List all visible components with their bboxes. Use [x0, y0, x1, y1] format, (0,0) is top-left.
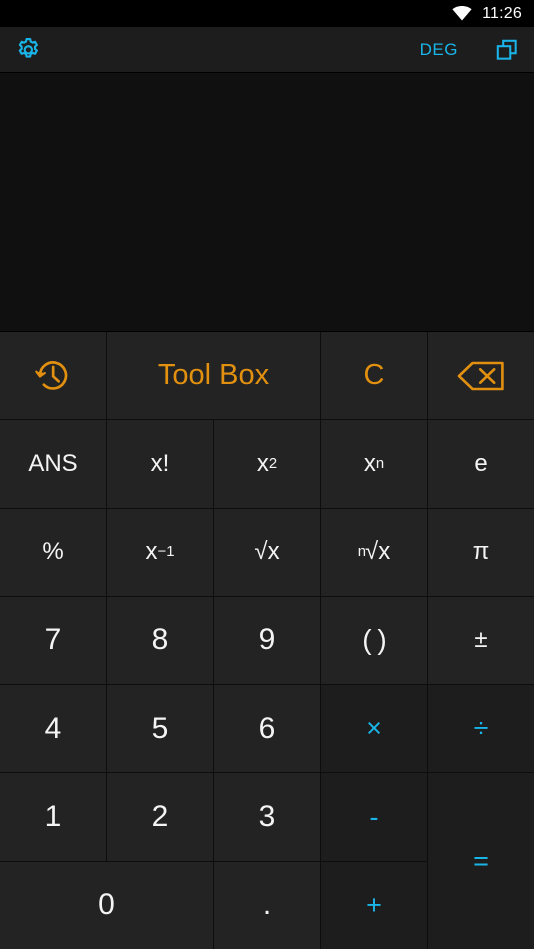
wifi-icon [452, 6, 472, 21]
digit-8-key[interactable]: 8 [107, 596, 213, 685]
ans-key[interactable]: ANS [0, 420, 106, 508]
digit-6-label: 6 [258, 711, 276, 745]
history-button[interactable] [0, 332, 106, 420]
action-bar: DEG [0, 27, 534, 73]
digit-2-label: 2 [151, 800, 169, 834]
copy-windows-icon[interactable] [494, 37, 520, 63]
divide-label: ÷ [473, 713, 489, 744]
power-base: x [363, 449, 376, 477]
nth-root-label: √x [365, 538, 391, 566]
nth-root-key[interactable]: n √x [321, 508, 427, 596]
pi-label: π [472, 538, 490, 566]
digit-1-label: 1 [44, 800, 62, 834]
multiply-key[interactable]: × [321, 685, 427, 773]
digit-5-label: 5 [151, 711, 169, 745]
equals-label: = [473, 845, 489, 876]
parentheses-label: ( ) [362, 624, 386, 656]
digit-7-key[interactable]: 7 [0, 596, 106, 685]
reciprocal-base: x [145, 538, 158, 566]
digit-0-key[interactable]: 0 [0, 861, 213, 949]
angle-mode-button[interactable]: DEG [420, 40, 458, 60]
plus-label: + [366, 889, 382, 920]
action-bar-right-group: DEG [420, 37, 534, 63]
percent-key[interactable]: % [0, 508, 106, 596]
divide-key[interactable]: ÷ [428, 685, 534, 773]
status-bar: 11:26 [0, 0, 534, 27]
calculator-app: 11:26 DEG Tool Box C ANS x! x 2 x n e % … [0, 0, 534, 949]
square-base: x [256, 449, 269, 477]
minus-label: - [369, 801, 379, 832]
digit-3-label: 3 [258, 800, 276, 834]
decimal-point-label: . [262, 888, 272, 922]
digit-2-key[interactable]: 2 [107, 773, 213, 861]
digit-3-key[interactable]: 3 [214, 773, 320, 861]
ans-label: ANS [28, 449, 78, 477]
status-bar-clock: 11:26 [482, 4, 522, 22]
decimal-point-key[interactable]: . [214, 861, 320, 949]
square-key[interactable]: x2 [214, 420, 320, 508]
backspace-icon [455, 357, 507, 395]
digit-5-key[interactable]: 5 [107, 685, 213, 773]
keypad: Tool Box C ANS x! x2 xn e % x −1 √x n √x… [0, 332, 534, 949]
backspace-button[interactable] [428, 332, 534, 420]
tool-box-button[interactable]: Tool Box [107, 332, 320, 420]
sqrt-label: √x [254, 538, 280, 566]
settings-button[interactable] [0, 36, 42, 64]
digit-9-label: 9 [258, 623, 276, 657]
tool-box-label: Tool Box [157, 359, 270, 392]
sqrt-key[interactable]: √x [214, 508, 320, 596]
equals-key[interactable]: = [428, 773, 534, 949]
digit-9-key[interactable]: 9 [214, 596, 320, 685]
plus-minus-key[interactable]: ± [428, 596, 534, 685]
digit-6-key[interactable]: 6 [214, 685, 320, 773]
reciprocal-key[interactable]: x −1 [107, 508, 213, 596]
digit-4-key[interactable]: 4 [0, 685, 106, 773]
digit-7-label: 7 [44, 623, 62, 657]
clear-button[interactable]: C [321, 332, 427, 420]
percent-label: % [42, 538, 64, 566]
multiply-label: × [366, 713, 382, 744]
parentheses-key[interactable]: ( ) [321, 596, 427, 685]
factorial-key[interactable]: x! [107, 420, 213, 508]
factorial-label: x! [150, 449, 170, 477]
gear-icon [14, 36, 42, 64]
history-clock-icon [33, 356, 73, 396]
plus-minus-label: ± [474, 626, 488, 654]
euler-label: e [474, 449, 488, 477]
digit-1-key[interactable]: 1 [0, 773, 106, 861]
digit-8-label: 8 [151, 623, 169, 657]
digit-4-label: 4 [44, 711, 62, 745]
expression-display[interactable] [0, 73, 534, 386]
power-key[interactable]: xn [321, 420, 427, 508]
plus-key[interactable]: + [321, 861, 427, 949]
clear-label: C [363, 359, 385, 392]
euler-key[interactable]: e [428, 420, 534, 508]
minus-key[interactable]: - [321, 773, 427, 861]
digit-0-label: 0 [98, 888, 115, 922]
pi-key[interactable]: π [428, 508, 534, 596]
